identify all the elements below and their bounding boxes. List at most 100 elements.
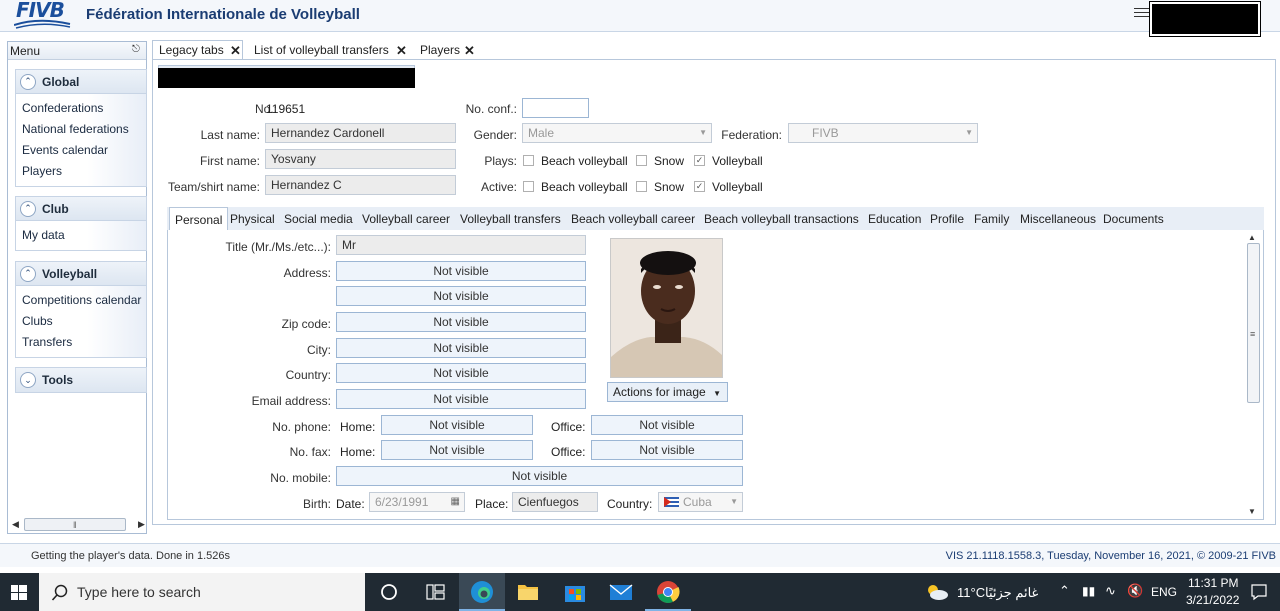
- tab-label: List of volleyball transfers: [254, 43, 389, 57]
- sidebar-item-national-federations[interactable]: National federations: [16, 119, 146, 140]
- title-field[interactable]: Mr: [336, 235, 586, 255]
- clock-date[interactable]: 3/21/2022: [1186, 593, 1239, 607]
- address-line-2-field[interactable]: Not visible: [336, 286, 586, 306]
- fax-home-field[interactable]: Not visible: [381, 440, 533, 460]
- federation-select[interactable]: FIVB ▼: [788, 123, 978, 143]
- mobile-field[interactable]: Not visible: [336, 466, 743, 486]
- sidebar-item-clubs[interactable]: Clubs: [16, 311, 146, 332]
- plays-beach-checkbox[interactable]: [523, 155, 534, 166]
- task-view-button[interactable]: [412, 573, 458, 611]
- language-indicator[interactable]: ENG: [1151, 585, 1177, 599]
- close-icon[interactable]: ✕: [230, 41, 241, 60]
- chrome-button[interactable]: [645, 573, 691, 611]
- birth-place-field[interactable]: Cienfuegos: [512, 492, 598, 512]
- sidebar-item-players[interactable]: Players: [16, 161, 146, 182]
- tab-education[interactable]: Education: [863, 207, 926, 231]
- battery-icon[interactable]: ▮▮: [1082, 584, 1095, 598]
- chevron-up-icon[interactable]: ⌃: [20, 200, 36, 217]
- plays-volleyball-checkbox[interactable]: ✓: [694, 155, 705, 166]
- no-conf-label: No. conf.:: [465, 102, 517, 116]
- sidebar-horizontal-scrollbar[interactable]: ◀ ‖ ▶: [10, 517, 146, 532]
- menu-group-header-volleyball[interactable]: ⌃ Volleyball: [16, 262, 146, 286]
- cortana-button[interactable]: [366, 573, 412, 611]
- chevron-down-icon[interactable]: ⌄: [20, 372, 36, 388]
- menu-group-header-club[interactable]: ⌃ Club: [16, 197, 146, 221]
- sidebar-item-events-calendar[interactable]: Events calendar: [16, 140, 146, 161]
- weather-temp[interactable]: 11°C: [957, 585, 985, 600]
- phone-home-field[interactable]: Not visible: [381, 415, 533, 435]
- first-name-field[interactable]: Yosvany: [265, 149, 456, 169]
- show-hidden-icons-chevron-icon[interactable]: ⌃: [1059, 583, 1070, 599]
- tab-volleyball-career[interactable]: Volleyball career: [357, 207, 455, 231]
- menu-group-header-global[interactable]: ⌃ Global: [16, 70, 146, 94]
- weather-condition[interactable]: غائم جزئيًا: [985, 585, 1038, 601]
- tab-social-media[interactable]: Social media: [279, 207, 358, 231]
- fax-office-field[interactable]: Not visible: [591, 440, 743, 460]
- tab-family[interactable]: Family: [969, 207, 1014, 231]
- file-explorer-button[interactable]: [505, 573, 551, 611]
- sidebar-item-confederations[interactable]: Confederations: [16, 98, 146, 119]
- tab-beach-volleyball-career[interactable]: Beach volleyball career: [566, 207, 700, 231]
- fax-label: No. fax:: [289, 445, 331, 459]
- zip-code-field[interactable]: Not visible: [336, 312, 586, 332]
- scroll-up-icon[interactable]: ▲: [1248, 233, 1256, 242]
- birth-date-picker[interactable]: 6/23/1991 ▦: [369, 492, 465, 512]
- active-snow-checkbox[interactable]: [636, 181, 647, 192]
- redacted-user-area: [1149, 1, 1261, 37]
- tab-documents[interactable]: Documents: [1098, 207, 1169, 231]
- clock-time[interactable]: 11:31 PM: [1188, 576, 1238, 590]
- notifications-icon[interactable]: [1250, 583, 1268, 601]
- sidebar-menu: Menu ⎋ ⌃ Global Confederations National …: [7, 41, 147, 534]
- scroll-thumb[interactable]: ‖: [24, 518, 126, 531]
- mobile-label: No. mobile:: [270, 471, 331, 485]
- active-label: Active:: [480, 180, 517, 194]
- scroll-down-icon[interactable]: ▼: [1248, 507, 1256, 516]
- birth-country-select[interactable]: Cuba ▼: [658, 492, 743, 512]
- calendar-icon[interactable]: ▦: [451, 493, 460, 511]
- country-field[interactable]: Not visible: [336, 363, 586, 383]
- sidebar-item-transfers[interactable]: Transfers: [16, 332, 146, 353]
- scroll-left-icon[interactable]: ◀: [12, 519, 19, 530]
- scroll-thumb[interactable]: ≡: [1247, 243, 1260, 403]
- hamburger-icon[interactable]: [1134, 8, 1150, 22]
- close-icon[interactable]: ✕: [396, 41, 407, 60]
- tab-legacy-tabs[interactable]: Legacy tabs ✕: [152, 40, 243, 60]
- pin-icon[interactable]: ⎋: [132, 44, 140, 55]
- team-shirt-name-field[interactable]: Hernandez C: [265, 175, 456, 195]
- tab-players[interactable]: Players ✕: [413, 40, 478, 60]
- city-field[interactable]: Not visible: [336, 338, 586, 358]
- close-icon[interactable]: ✕: [464, 41, 475, 60]
- actions-for-image-button[interactable]: Actions for image ▼: [607, 382, 728, 402]
- active-volleyball-checkbox[interactable]: ✓: [694, 181, 705, 192]
- menu-group-header-tools[interactable]: ⌄ Tools: [16, 368, 146, 392]
- scroll-right-icon[interactable]: ▶: [138, 519, 145, 530]
- volume-muted-icon[interactable]: 🔇: [1127, 583, 1143, 599]
- sidebar-item-competitions-calendar[interactable]: Competitions calendar: [16, 290, 146, 311]
- microsoft-store-button[interactable]: [552, 573, 598, 611]
- email-field[interactable]: Not visible: [336, 389, 586, 409]
- phone-office-field[interactable]: Not visible: [591, 415, 743, 435]
- tab-profile[interactable]: Profile: [925, 207, 969, 231]
- edge-taskbar-button[interactable]: [459, 573, 505, 611]
- tab-beach-volleyball-transactions[interactable]: Beach volleyball transactions: [699, 207, 864, 231]
- sidebar-item-my-data[interactable]: My data: [16, 225, 146, 246]
- taskbar-search-box[interactable]: Type here to search: [39, 573, 365, 611]
- tab-miscellaneous[interactable]: Miscellaneous: [1015, 207, 1101, 231]
- start-button[interactable]: [0, 573, 38, 611]
- detail-vertical-scrollbar[interactable]: ▲ ≡ ▼: [1246, 233, 1260, 518]
- last-name-field[interactable]: Hernandez Cardonell: [265, 123, 456, 143]
- mail-button[interactable]: [598, 573, 644, 611]
- no-conf-input[interactable]: [522, 98, 589, 118]
- tab-volleyball-transfers[interactable]: Volleyball transfers: [455, 207, 566, 231]
- active-beach-checkbox[interactable]: [523, 181, 534, 192]
- player-detail-panel: No.: 119651 No. conf.: Last name: Hernan…: [152, 59, 1276, 525]
- tab-list-of-volleyball-transfers[interactable]: List of volleyball transfers ✕: [247, 40, 410, 60]
- chevron-up-icon[interactable]: ⌃: [20, 73, 36, 90]
- tab-personal[interactable]: Personal: [169, 207, 229, 232]
- chevron-up-icon[interactable]: ⌃: [20, 265, 36, 282]
- address-line-1-field[interactable]: Not visible: [336, 261, 586, 281]
- plays-snow-checkbox[interactable]: [636, 155, 647, 166]
- gender-select[interactable]: Male ▼: [522, 123, 712, 143]
- tab-physical[interactable]: Physical: [225, 207, 280, 231]
- wifi-icon[interactable]: ∿: [1105, 583, 1116, 599]
